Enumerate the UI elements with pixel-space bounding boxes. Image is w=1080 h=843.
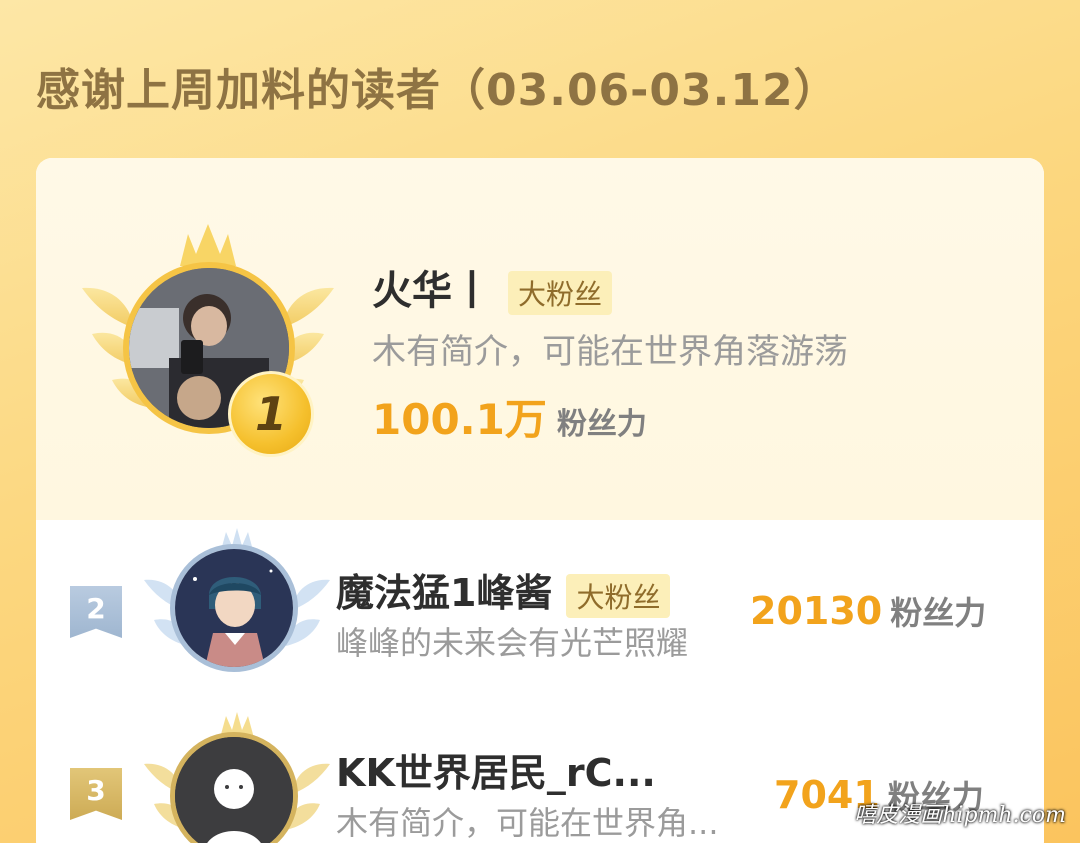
fan-tag-badge: 大粉丝	[508, 271, 613, 315]
reader-name[interactable]: KK世界居民_rC...	[336, 742, 656, 797]
site-watermark: 嘻皮漫画hipmh.com	[854, 803, 1066, 828]
reader-name-text: 火华丨	[372, 268, 492, 314]
fan-power-label: 粉丝力	[890, 594, 987, 632]
default-avatar-icon	[175, 737, 293, 843]
fan-tag-badge: 大粉丝	[566, 573, 671, 618]
fan-power-value: 20130	[750, 589, 883, 633]
reader-name[interactable]: 魔法猛1峰酱 大粉丝	[336, 562, 671, 618]
leaderboard-row-2[interactable]: 2 魔法猛1峰酱 大粉丝 峰峰的未来会有光芒照耀 20130 粉丝力	[36, 520, 1044, 690]
anime-avatar-icon	[175, 549, 293, 667]
rank-badge: 1	[228, 371, 314, 457]
reader-name-text: 魔法猛1峰酱	[336, 571, 553, 615]
fan-power: 20130 粉丝力	[750, 588, 986, 634]
reader-bio: 峰峰的未来会有光芒照耀	[336, 624, 689, 662]
fan-power-value: 100.1万	[372, 395, 547, 444]
reader-bio: 木有简介，可能在世界角落游荡	[372, 332, 848, 372]
reader-name[interactable]: 火华丨 大粉丝	[372, 258, 613, 316]
rank-flag-bronze: 3	[70, 768, 122, 820]
reader-name-text: KK世界居民_rC...	[336, 751, 656, 795]
leaderboard-card: 1 火华丨 大粉丝 木有简介，可能在世界角落游荡 100.1万 粉丝力 2 魔法…	[36, 158, 1044, 843]
rank-flag-silver: 2	[70, 586, 122, 638]
page-title: 感谢上周加料的读者（03.06-03.12）	[36, 65, 839, 116]
fan-power: 100.1万 粉丝力	[372, 386, 647, 447]
reader-bio: 木有简介，可能在世界角...	[336, 804, 719, 842]
avatar[interactable]	[170, 544, 298, 672]
fan-power-label: 粉丝力	[556, 407, 647, 442]
